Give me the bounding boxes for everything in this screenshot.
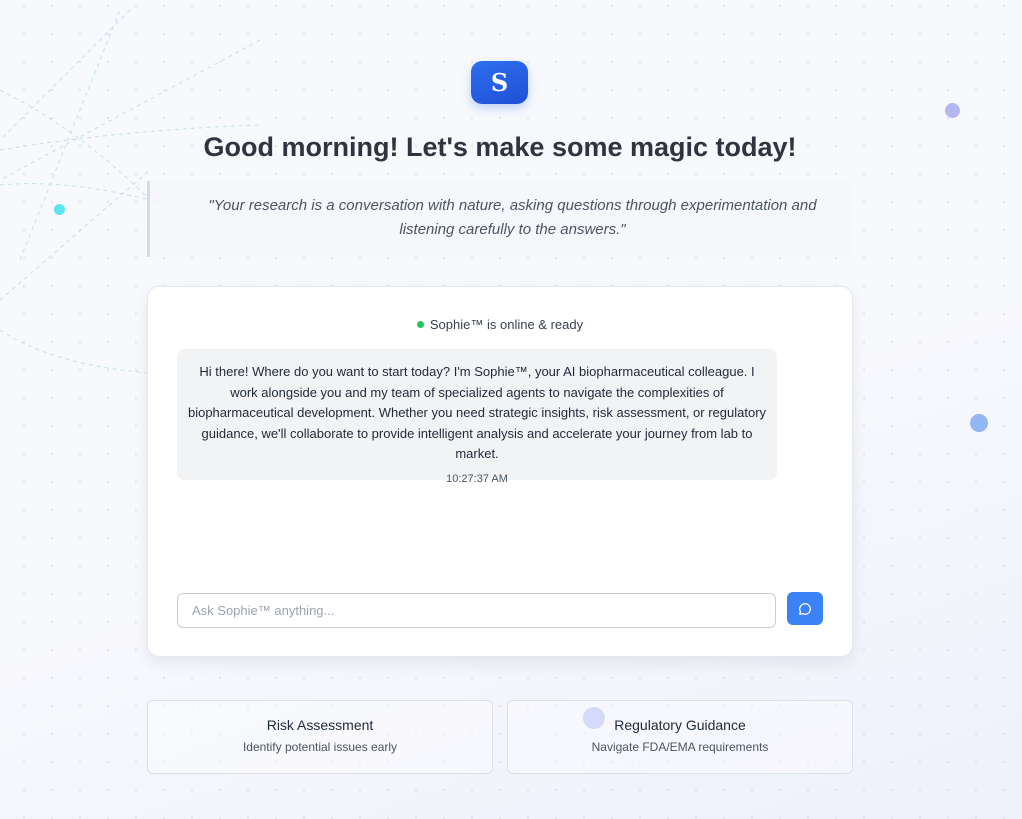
message-text: Hi there! Where do you want to start tod…: [187, 364, 767, 461]
decorative-orb: [945, 103, 960, 118]
assistant-message-bubble: Hi there! Where do you want to start tod…: [177, 349, 777, 485]
chat-bubble-icon: [799, 602, 811, 615]
greeting-heading: Good morning! Let's make some magic toda…: [203, 132, 797, 162]
logo-letter: S: [490, 68, 509, 97]
decorative-orb: [583, 707, 605, 729]
card-title: Regulatory Guidance: [614, 717, 746, 733]
decorative-orb: [970, 414, 988, 432]
card-title: Risk Assessment: [266, 717, 374, 733]
chat-panel: Sophie™ is online & ready Hi there! Wher…: [147, 286, 853, 657]
risk-assessment-card[interactable]: Risk Assessment Identify potential issue…: [147, 700, 493, 774]
sophie-logo: S: [471, 61, 528, 104]
status-indicator: Sophie™ is online & ready: [148, 317, 852, 332]
card-subtitle: Navigate FDA/EMA requirements: [591, 740, 769, 754]
chat-input[interactable]: [177, 593, 776, 628]
message-timestamp: 10:27:37 AM: [446, 472, 508, 485]
card-subtitle: Identify potential issues early: [242, 740, 398, 754]
send-button[interactable]: [787, 592, 823, 625]
inspirational-quote: "Your research is a conversation with na…: [147, 181, 853, 257]
status-text: Sophie™ is online & ready: [429, 317, 584, 332]
regulatory-guidance-card[interactable]: Regulatory Guidance Navigate FDA/EMA req…: [507, 700, 853, 774]
decorative-orb: [54, 204, 65, 215]
online-status-dot: [416, 321, 424, 329]
